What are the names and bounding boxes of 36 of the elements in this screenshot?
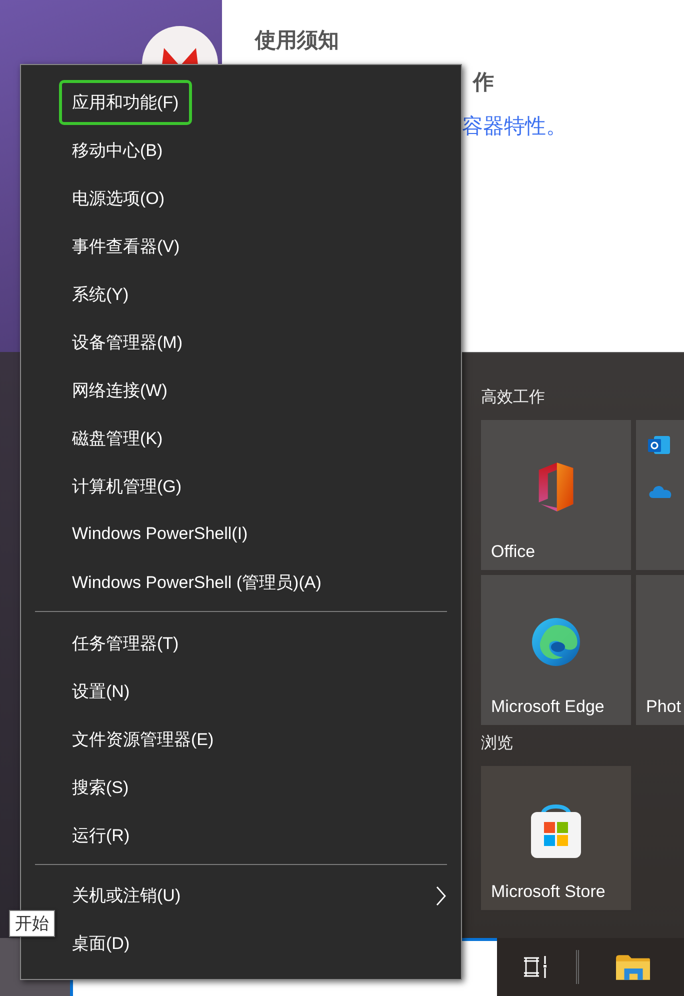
menu-item[interactable]: 系统(Y) [59,272,142,318]
tile-label: Office [491,542,536,562]
menu-item[interactable]: 设置(N) [59,668,143,714]
menu-item[interactable]: 电源选项(O) [59,176,178,222]
app-tile[interactable]: Phot [636,575,684,725]
mail-icon [648,434,672,456]
menu-item[interactable]: 关机或注销(U) [59,873,194,918]
app-tile[interactable]: Microsoft Edge [481,575,631,725]
tile-label: Microsoft Store [491,882,606,902]
menu-item[interactable]: 搜索(S) [59,764,142,810]
group-title: 浏览 [481,734,514,754]
menu-item[interactable]: 任务管理器(T) [59,620,192,666]
menu-item[interactable]: 事件查看器(V) [59,224,193,270]
menu-item[interactable]: 运行(R) [59,812,143,858]
menu-item[interactable]: 网络连接(W) [59,368,180,414]
menu-item[interactable]: 移动中心(B) [59,128,176,174]
menu-item[interactable]: 设备管理器(M) [59,320,196,366]
app-tile[interactable]: Microsoft Store [481,766,631,910]
group-title: 高效工作 [481,388,546,408]
folder-icon[interactable] [616,954,650,980]
menu-item[interactable]: 计算机管理(G) [59,464,195,509]
section-heading: 使用须知 [255,28,340,54]
browser-logo-icon [531,617,581,667]
menu-item[interactable]: 应用和功能(F) [59,80,192,126]
link[interactable]: 容器特性。 [462,112,684,140]
tile-label: Phot [646,697,681,717]
menu-item[interactable]: Windows PowerShell (管理员)(A) [59,560,334,605]
menu-item[interactable]: 文件资源管理器(E) [59,716,227,762]
tooltip: 开始 [9,910,55,937]
section-heading: 作 [473,70,495,96]
tile-label: Microsoft Edge [491,697,604,717]
task-view-icon[interactable] [523,956,548,978]
menu-item[interactable]: 磁盘管理(K) [59,416,176,462]
menu-item[interactable]: 桌面(D) [59,921,143,966]
app-tile[interactable]: Office [481,420,631,570]
menu-item[interactable]: Windows PowerShell(I) [59,513,261,556]
